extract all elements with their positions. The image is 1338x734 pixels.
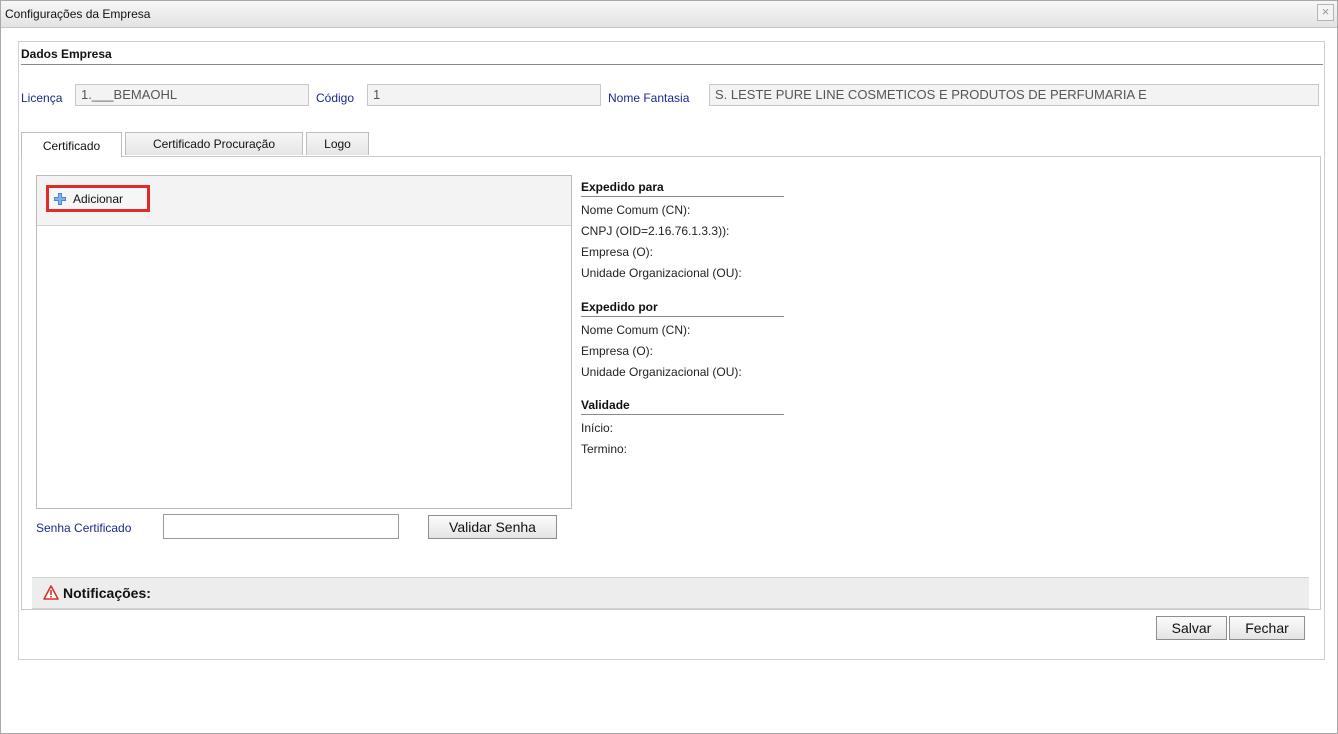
expedido-para-heading: Expedido para (581, 180, 784, 197)
window-title: Configurações da Empresa (5, 7, 151, 21)
info-line: Termino: (581, 442, 628, 456)
company-settings-dialog: Configurações da Empresa × Dados Empresa… (0, 0, 1338, 734)
info-line: Nome Comum (CN): (581, 323, 691, 337)
nome-fantasia-field: S. LESTE PURE LINE COSMETICOS E PRODUTOS… (709, 84, 1319, 106)
notifications-label: Notificações: (63, 585, 151, 601)
nome-fantasia-label: Nome Fantasia (608, 91, 690, 105)
senha-certificado-input[interactable] (163, 514, 399, 539)
codigo-label: Código (316, 91, 355, 105)
info-line: Nome Comum (CN): (581, 203, 691, 217)
plus-icon (54, 193, 66, 205)
info-line: Unidade Organizacional (OU): (581, 365, 742, 379)
add-button[interactable]: Adicionar (46, 185, 150, 212)
info-line: Empresa (O): (581, 245, 654, 259)
title-bar: Configurações da Empresa × (1, 1, 1337, 28)
expedido-por-heading: Expedido por (581, 300, 784, 317)
tab-logo[interactable]: Logo (306, 132, 369, 155)
codigo-field: 1 (367, 84, 601, 106)
tab-certificado-procuracao[interactable]: Certificado Procuração (125, 132, 303, 155)
fechar-button[interactable]: Fechar (1229, 616, 1305, 640)
add-button-label: Adicionar (73, 192, 124, 206)
info-line: Unidade Organizacional (OU): (581, 266, 742, 280)
tab-certificado[interactable]: Certificado (21, 132, 122, 157)
licenca-label: Licença (21, 91, 63, 105)
certificate-list[interactable]: Adicionar (36, 175, 572, 509)
notifications-bar: Notificações: (32, 577, 1309, 609)
senha-certificado-label: Senha Certificado (36, 521, 132, 535)
validar-senha-button[interactable]: Validar Senha (428, 515, 557, 539)
warning-icon (43, 585, 59, 600)
licenca-field: 1.___BEMAOHL (75, 84, 309, 106)
validade-heading: Validade (581, 398, 784, 415)
info-line: CNPJ (OID=2.16.76.1.3.3)): (581, 224, 730, 238)
close-icon[interactable]: × (1317, 4, 1334, 21)
info-line: Início: (581, 421, 614, 435)
info-line: Empresa (O): (581, 344, 654, 358)
dados-empresa-heading: Dados Empresa (21, 47, 1323, 65)
list-toolbar: Adicionar (37, 176, 571, 226)
salvar-button[interactable]: Salvar (1156, 616, 1227, 640)
